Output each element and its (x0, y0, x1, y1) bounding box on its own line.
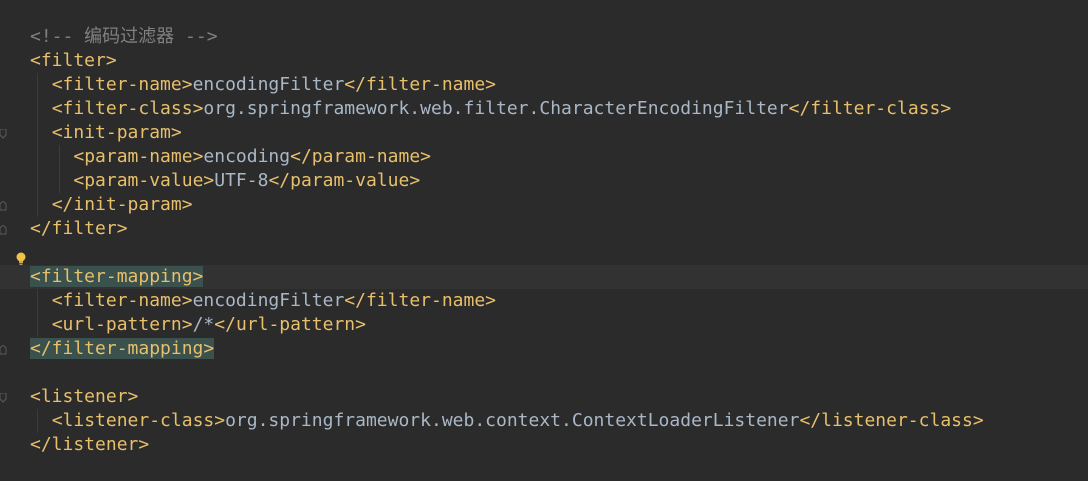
xml-value: encodingFilter (192, 74, 345, 95)
xml-comment: <!-- 编码过滤器 --> (30, 26, 218, 47)
code-line[interactable]: <url-pattern>/*</url-pattern> (0, 313, 1088, 337)
xml-value: org.springframework.web.context.ContextL… (225, 410, 800, 431)
code-line[interactable]: </filter> (0, 217, 1088, 241)
lightbulb-icon[interactable] (14, 251, 28, 267)
xml-tag: </listener-class> (799, 410, 984, 431)
code-line-current[interactable]: <filter-mapping> (0, 265, 1088, 289)
code-line[interactable]: <!-- 编码过滤器 --> (0, 25, 1088, 49)
code-line[interactable]: <param-value>UTF-8</param-value> (0, 169, 1088, 193)
xml-tag: <listener-class> (51, 410, 226, 431)
xml-tag: </filter-name> (344, 290, 497, 311)
xml-value: encoding (203, 146, 291, 167)
xml-tag-matched: <filter-mapping> (30, 266, 204, 287)
code-line[interactable]: <param-name>encoding</param-name> (0, 145, 1088, 169)
xml-tag: <url-pattern> (51, 314, 193, 335)
xml-tag: <listener> (30, 386, 139, 407)
code-line[interactable] (0, 241, 1088, 265)
xml-tag: </param-name> (290, 146, 431, 167)
code-line[interactable]: <listener-class>org.springframework.web.… (0, 409, 1088, 433)
xml-tag: </param-value> (268, 170, 421, 191)
xml-tag: </filter> (30, 218, 128, 239)
code-line[interactable]: <init-param> (0, 121, 1088, 145)
code-line[interactable]: <listener> (0, 385, 1088, 409)
code-line[interactable] (0, 361, 1088, 385)
xml-value: /* (192, 314, 215, 335)
code-editor[interactable]: <!-- 编码过滤器 --> <filter> <filter-name>enc… (0, 0, 1088, 481)
xml-tag: <filter-name> (51, 74, 193, 95)
code-line[interactable]: </init-param> (0, 193, 1088, 217)
xml-tag-matched: </filter-mapping> (30, 338, 215, 359)
xml-tag: </url-pattern> (214, 314, 366, 335)
code-line[interactable]: </listener> (0, 433, 1088, 457)
code-line[interactable]: <filter> (0, 49, 1088, 73)
xml-tag: </listener> (30, 434, 150, 455)
xml-tag: <filter-class> (51, 98, 204, 119)
xml-tag: <param-name> (73, 146, 204, 167)
xml-tag: <init-param> (51, 122, 182, 143)
xml-value: org.springframework.web.filter.Character… (203, 98, 789, 119)
code-line[interactable]: <filter-class>org.springframework.web.fi… (0, 97, 1088, 121)
code-line[interactable]: <filter-name>encodingFilter</filter-name… (0, 73, 1088, 97)
xml-tag: <filter-name> (51, 290, 193, 311)
xml-value: encodingFilter (192, 290, 345, 311)
xml-tag: <param-value> (73, 170, 215, 191)
code-line[interactable]: <filter-name>encodingFilter</filter-name… (0, 289, 1088, 313)
xml-value: UTF-8 (214, 170, 269, 191)
xml-tag: <filter> (30, 50, 117, 71)
xml-tag: </filter-name> (344, 74, 497, 95)
xml-tag: </init-param> (51, 194, 193, 215)
xml-tag: </filter-class> (788, 98, 952, 119)
code-line[interactable]: </filter-mapping> (0, 337, 1088, 361)
